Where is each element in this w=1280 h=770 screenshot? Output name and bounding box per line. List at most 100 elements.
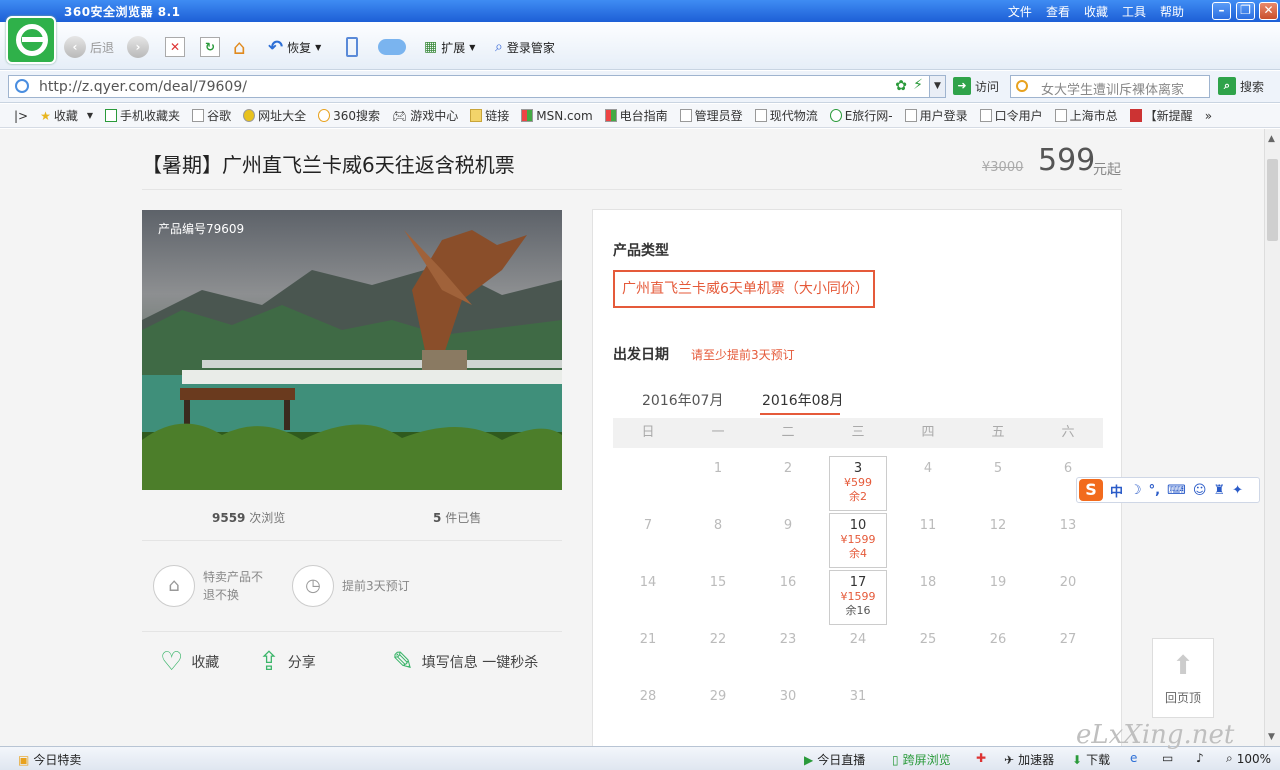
fav-item[interactable]: 管理员登 [679,107,743,124]
sidebar-toggle-icon[interactable]: |> [14,109,28,123]
search-input[interactable]: 女大学生遭训斥裸体离家 [1010,75,1210,98]
maximize-button[interactable]: ❐ [1236,2,1255,20]
day-number: 13 [1059,518,1077,533]
favorite-button[interactable]: ♡ 收藏 [160,649,219,675]
wrench-icon[interactable]: ✦ [1232,483,1243,498]
search-key-icon: ⌕ [495,39,503,55]
ie-icon[interactable]: e [1130,751,1137,765]
phone-icon [105,109,118,122]
search-engine-icon[interactable] [1016,80,1028,92]
extensions-button[interactable]: ▦ 扩展 ▼ [424,36,475,58]
fav-item[interactable]: 现代物流 [754,107,818,124]
user-icon[interactable]: ☺ [1193,483,1207,498]
day-number: 24 [849,632,867,647]
page-icon [979,109,992,122]
menu-file[interactable]: 文件 [1008,3,1032,20]
menu-help[interactable]: 帮助 [1160,3,1184,20]
punctuation-icon[interactable]: °, [1149,483,1160,498]
stop-button[interactable]: ✕ [165,36,185,58]
calendar-day-available[interactable]: 10 ¥1599 余4 [829,513,887,568]
fav-item[interactable]: 网址大全 [243,107,306,124]
menu-view[interactable]: 查看 [1046,3,1070,20]
shirt-icon[interactable]: ♜ [1213,483,1225,498]
calendar-day: 23 [753,627,823,684]
accelerator-button[interactable]: ✈ 加速器 [1004,751,1054,768]
back-to-top-button[interactable]: ⬆ 回页顶 [1152,638,1214,718]
refresh-button[interactable]: ↻ [200,36,220,58]
scroll-up-icon[interactable]: ▲ [1268,134,1275,144]
moon-icon[interactable]: ☽ [1130,483,1142,498]
fav-item[interactable]: E旅行网- [829,107,893,124]
day-number: 21 [639,632,657,647]
fav-item[interactable]: 用户登录 [904,107,968,124]
address-row: http://z.qyer.com/deal/79609/ ✿ ⚡ ▼ ➜ 访问… [0,71,1280,103]
close-button[interactable]: ✕ [1259,2,1278,20]
addon-button[interactable]: ✚ [976,751,986,765]
minimize-button[interactable]: – [1212,2,1231,20]
calendar-day: 21 [613,627,683,684]
calendar-day: 1 [683,456,753,513]
fav-item[interactable]: 谷歌 [192,107,231,124]
fav-item[interactable]: MSN.com [521,109,593,123]
day-number: 5 [993,461,1003,476]
keyboard-icon[interactable]: ⌨ [1167,483,1186,498]
cross-screen-button[interactable]: ▯ 跨屏浏览 [892,751,951,768]
deal-photo: 产品编号79609 [142,210,562,490]
url-dropdown-icon[interactable]: ▼ [929,76,945,97]
daily-deals[interactable]: ▣ 今日特卖 [18,751,81,768]
scroll-down-icon[interactable]: ▼ [1268,732,1275,742]
product-id: 产品编号79609 [158,222,245,236]
fav-item[interactable]: ★ 收藏 ▼ [40,107,93,124]
menu-tools[interactable]: 工具 [1122,3,1146,20]
page-scrollbar[interactable]: ▲ ▼ [1264,129,1280,746]
divider [142,189,1122,190]
fav-item[interactable]: 口令用户 [979,107,1043,124]
day-number: 1 [713,461,723,476]
address-bar[interactable]: http://z.qyer.com/deal/79609/ ✿ ⚡ ▼ [8,75,946,98]
window-icon[interactable]: ▭ [1162,751,1173,765]
fav-item[interactable]: 上海市总 [1054,107,1118,124]
quick-buy-button[interactable]: ✎ 填写信息 一键秒杀 [392,649,538,675]
browser-logo-icon[interactable] [6,16,56,64]
calendar-day-available[interactable]: 17 ¥1599 余16 [829,570,887,625]
window-title: 360安全浏览器 8.1 [64,5,181,19]
product-type-option[interactable]: 广州直飞兰卡威6天单机票（大小同价） [613,270,875,308]
fav-item[interactable]: 【新提醒 [1129,107,1193,124]
menu-favorites[interactable]: 收藏 [1084,3,1108,20]
day-number: 23 [779,632,797,647]
fav-item[interactable]: 360搜索 [318,107,380,124]
ime-toolbar[interactable]: S 中 ☽ °, ⌨ ☺ ♜ ✦ [1076,477,1260,503]
day-number: 27 [1059,632,1077,647]
login-manager-button[interactable]: ⌕ 登录管家 [495,36,555,58]
tab-august[interactable]: 2016年08月 [762,390,843,410]
weekday-label: 六 [1061,425,1075,440]
zoom-control[interactable]: ⌕ 100% [1226,751,1271,766]
watermark: eLxXing.net [1076,720,1235,750]
original-price: ¥3000 [982,160,1024,175]
calendar-day-available[interactable]: 3 ¥599 余2 [829,456,887,511]
visit-button[interactable]: ➜ 访问 [953,77,999,95]
tab-july[interactable]: 2016年07月 [642,390,723,410]
fav-item[interactable]: 🎮︎ 游戏中心 [392,107,458,124]
cloud-button[interactable] [378,36,406,58]
forward-button[interactable]: › [127,36,149,58]
home-button[interactable]: ⌂ [233,35,246,59]
restore-button[interactable]: ↶ 恢复 ▼ [268,36,321,58]
more-chevron-icon[interactable]: » [1205,109,1212,123]
search-button[interactable]: ⌕ 搜索 [1218,77,1264,95]
share-button[interactable]: ⇪ 分享 [258,649,316,675]
ime-mode-label[interactable]: 中 [1110,481,1123,500]
refresh-small-icon[interactable]: ✿ [895,78,907,94]
fav-item[interactable]: 手机收藏夹 [105,107,180,124]
live-button[interactable]: ▶ 今日直播 [804,751,865,768]
fav-item[interactable]: 电台指南 [604,107,668,124]
back-button[interactable]: ‹ 后退 [64,36,114,58]
url-text[interactable]: http://z.qyer.com/deal/79609/ [39,79,247,95]
volume-icon[interactable]: ♪ [1196,751,1204,765]
scrollbar-thumb[interactable] [1267,159,1278,241]
download-button[interactable]: ⬇ 下载 [1072,751,1110,768]
fav-item[interactable]: 链接 [470,107,509,124]
lightning-icon[interactable]: ⚡ [913,77,923,93]
mobile-button[interactable] [346,36,358,58]
weekday-label: 四 [921,425,935,440]
